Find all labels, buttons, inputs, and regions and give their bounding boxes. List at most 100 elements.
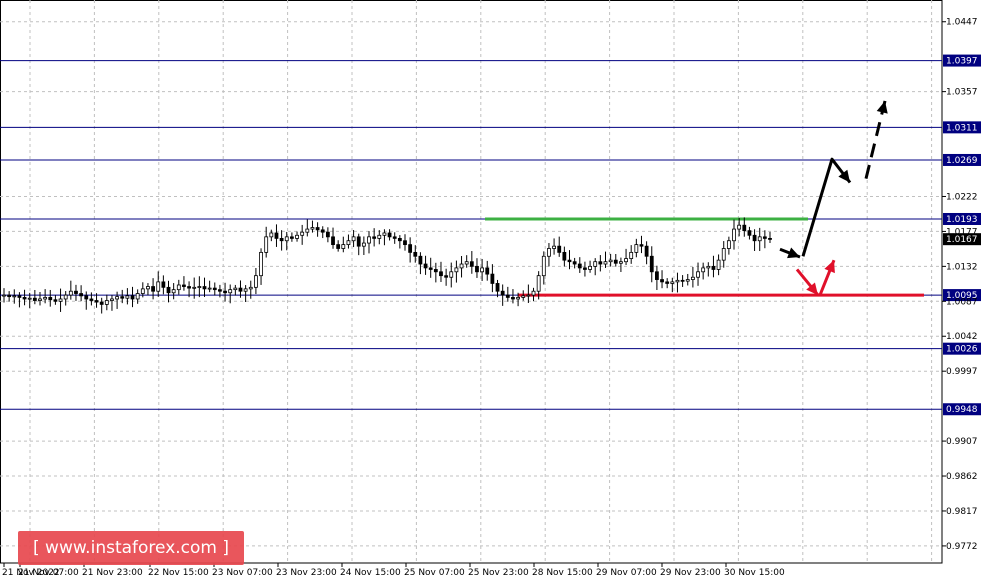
- watermark: [ www.instaforex.com ]: [18, 531, 244, 565]
- candle-body: [74, 290, 78, 294]
- candle-body: [397, 238, 402, 242]
- candle-body: [79, 293, 84, 297]
- candle-body: [742, 224, 747, 232]
- candle-body: [639, 244, 644, 247]
- candle-body: [526, 294, 531, 297]
- candle-body: [182, 284, 186, 287]
- candle-body: [536, 275, 541, 292]
- candle-body: [469, 261, 474, 267]
- candle-body: [500, 290, 505, 296]
- candle-body: [310, 227, 315, 230]
- candle-body: [197, 286, 202, 288]
- candle-body: [572, 261, 577, 265]
- candle-body: [38, 298, 42, 301]
- candle-body: [367, 236, 371, 244]
- candle-body: [212, 287, 217, 291]
- level-label: 1.0193: [946, 215, 978, 225]
- candle-body: [315, 227, 320, 231]
- candle-body: [531, 290, 536, 296]
- candle-body: [361, 242, 366, 247]
- candle-body: [547, 248, 551, 257]
- candle-body: [577, 263, 582, 269]
- candle-body: [84, 295, 89, 300]
- candle-body: [2, 294, 6, 297]
- candle-body: [747, 230, 752, 236]
- candle-body: [403, 240, 407, 246]
- candle-body: [701, 267, 706, 273]
- candle-body: [418, 255, 423, 265]
- x-tick-label: 25 Nov 23:00: [468, 568, 529, 578]
- candle-body: [690, 276, 695, 280]
- candle-body: [146, 286, 150, 290]
- forecast-arrow: [864, 100, 887, 179]
- candle-body: [593, 261, 598, 267]
- candle-body: [392, 236, 397, 239]
- plot-frame: [0, 0, 943, 564]
- y-tick-label: 0.9907: [946, 437, 978, 447]
- candle-body: [233, 287, 238, 291]
- candle-body: [63, 294, 68, 300]
- candle-body: [279, 238, 284, 242]
- candle-body: [336, 244, 341, 249]
- candle-body: [505, 294, 510, 298]
- candle-body: [289, 236, 294, 239]
- y-tick-label: 0.9817: [946, 507, 978, 517]
- candle-body: [254, 275, 258, 288]
- candle-body: [151, 286, 155, 292]
- level-label: 1.0026: [946, 345, 978, 355]
- candle-body: [557, 245, 562, 253]
- candle-body: [192, 286, 197, 289]
- x-tick-label: 30 Nov 15:00: [724, 568, 785, 578]
- candle-body: [89, 298, 94, 301]
- candle-body: [228, 289, 233, 294]
- candle-body: [737, 224, 742, 230]
- candle-body: [644, 245, 649, 257]
- candle-body: [187, 286, 191, 289]
- candle-body: [562, 251, 567, 261]
- candle-body: [269, 232, 274, 238]
- candle-body: [27, 297, 32, 300]
- level-label: 0.9948: [946, 405, 978, 415]
- candle-body: [300, 231, 305, 236]
- candle-body: [711, 265, 716, 270]
- candle-body: [670, 281, 675, 284]
- candle-body: [259, 251, 263, 277]
- candle-body: [156, 281, 161, 292]
- candle-body: [351, 236, 356, 242]
- candle-body: [382, 232, 387, 236]
- candle-body: [696, 271, 700, 278]
- candle-body: [716, 259, 721, 270]
- candle-body: [762, 236, 767, 239]
- candle-body: [68, 290, 73, 296]
- x-tick-label: 21 Nov 23:00: [82, 568, 143, 578]
- y-tick-label: 1.0222: [946, 192, 978, 202]
- x-tick-label: 21 Nov 07:00: [18, 568, 79, 578]
- candle-body: [176, 284, 181, 291]
- candle-body: [721, 248, 726, 261]
- candle-body: [757, 236, 762, 242]
- candle-body: [110, 298, 114, 301]
- candle-body: [490, 273, 495, 284]
- candle-body: [7, 294, 12, 298]
- candle-body: [238, 287, 243, 292]
- candle-body: [444, 275, 449, 278]
- candle-body: [125, 295, 130, 299]
- candle-body: [202, 286, 207, 290]
- candle-body: [104, 300, 109, 305]
- level-label: 1.0311: [946, 123, 978, 133]
- horizontal-levels: 1.03971.03111.02691.01931.00951.00260.99…: [0, 54, 981, 416]
- candle-body: [613, 259, 618, 264]
- candle-body: [459, 263, 464, 269]
- chart-grid: [0, 0, 943, 564]
- candle-body: [274, 232, 279, 239]
- candle-body: [598, 261, 603, 265]
- candle-body: [768, 238, 772, 240]
- level-label: 1.0397: [946, 57, 978, 67]
- candle-body: [588, 265, 592, 270]
- candle-body: [99, 301, 104, 305]
- y-tick-label: 1.0177: [946, 227, 978, 237]
- candle-body: [685, 279, 690, 282]
- candle-body: [53, 299, 58, 302]
- y-tick-label: 1.0042: [946, 332, 978, 342]
- candle-body: [675, 279, 680, 283]
